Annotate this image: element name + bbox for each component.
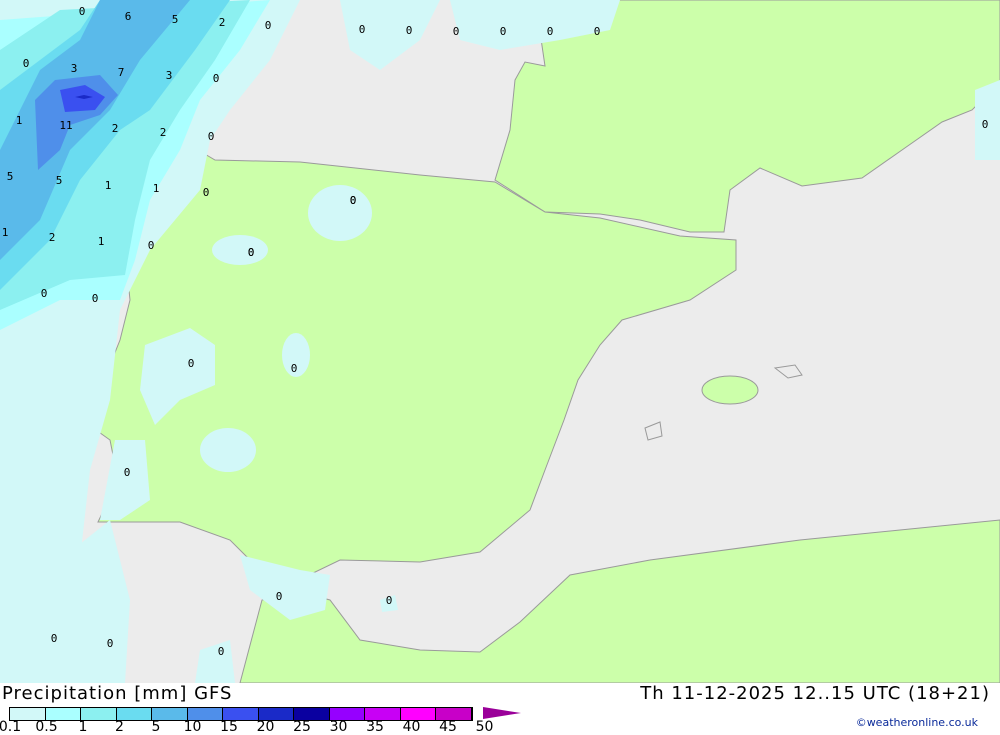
precip-value-label: 0	[386, 594, 393, 607]
precip-value-label: 0	[350, 194, 357, 207]
precip-value-label: 1	[105, 179, 112, 192]
precip-value-label: 0	[92, 292, 99, 305]
credit-link[interactable]: ©weatheronline.co.uk	[856, 716, 978, 729]
precip-value-label: 0	[41, 287, 48, 300]
legend-arrow	[483, 707, 521, 719]
precip-value-label: 0	[248, 246, 255, 259]
forecast-datetime: Th 11-12-2025 12..15 UTC (18+21)	[640, 683, 990, 704]
precip-value-label: 0	[594, 25, 601, 38]
precip-value-label: 0	[208, 130, 215, 143]
precip-value-label: 2	[219, 16, 226, 29]
precip-value-label: 0	[107, 637, 114, 650]
map-title: Precipitation [mm] GFS	[2, 683, 233, 704]
precip-value-label: 0	[188, 357, 195, 370]
precip-value-label: 0	[547, 25, 554, 38]
precip-value-label: 0	[79, 5, 86, 18]
precip-value-label: 0	[982, 118, 989, 131]
precip-value-label: 0	[453, 25, 460, 38]
precip-value-label: 0	[406, 24, 413, 37]
precip-value-label: 5	[56, 174, 63, 187]
precip-value-label: 0	[203, 186, 210, 199]
precip-value-label: 11	[59, 119, 72, 132]
precip-value-label: 2	[49, 231, 56, 244]
precip-value-label: 0	[213, 72, 220, 85]
precip-value-label: 5	[7, 170, 14, 183]
precip-value-label: 1	[2, 226, 9, 239]
precip-value-label: 2	[160, 126, 167, 139]
precip-value-label: 0	[23, 57, 30, 70]
precip-value-label: 1	[153, 182, 160, 195]
precip-value-label: 0	[51, 632, 58, 645]
precipitation-map: 0 6 5 2 0 0 0 0 0 0 003 7 301 11 2 2 005 5 1 1001 2 100 00 000 0…	[0, 0, 1000, 683]
precip-value-label: 0	[291, 362, 298, 375]
footer: Precipitation [mm] GFS Th 11-12-2025 12.…	[0, 683, 1000, 735]
precip-value-label: 2	[112, 122, 119, 135]
precip-value-label: 0	[265, 19, 272, 32]
precip-value-label: 5	[172, 13, 179, 26]
precip-value-label: 0	[276, 590, 283, 603]
precip-value-label: 3	[71, 62, 78, 75]
precip-value-label: 0	[148, 239, 155, 252]
precip-value-label: 0	[124, 466, 131, 479]
precip-value-label: 0	[500, 25, 507, 38]
precip-value-label: 7	[118, 66, 125, 79]
precip-value-label: 0	[218, 645, 225, 658]
precip-value-label: 1	[16, 114, 23, 127]
precip-value-label: 0	[359, 23, 366, 36]
precip-value-label: 3	[166, 69, 173, 82]
mallorca	[701, 375, 759, 405]
precip-value-label: 1	[98, 235, 105, 248]
precip-value-label: 6	[125, 10, 132, 23]
